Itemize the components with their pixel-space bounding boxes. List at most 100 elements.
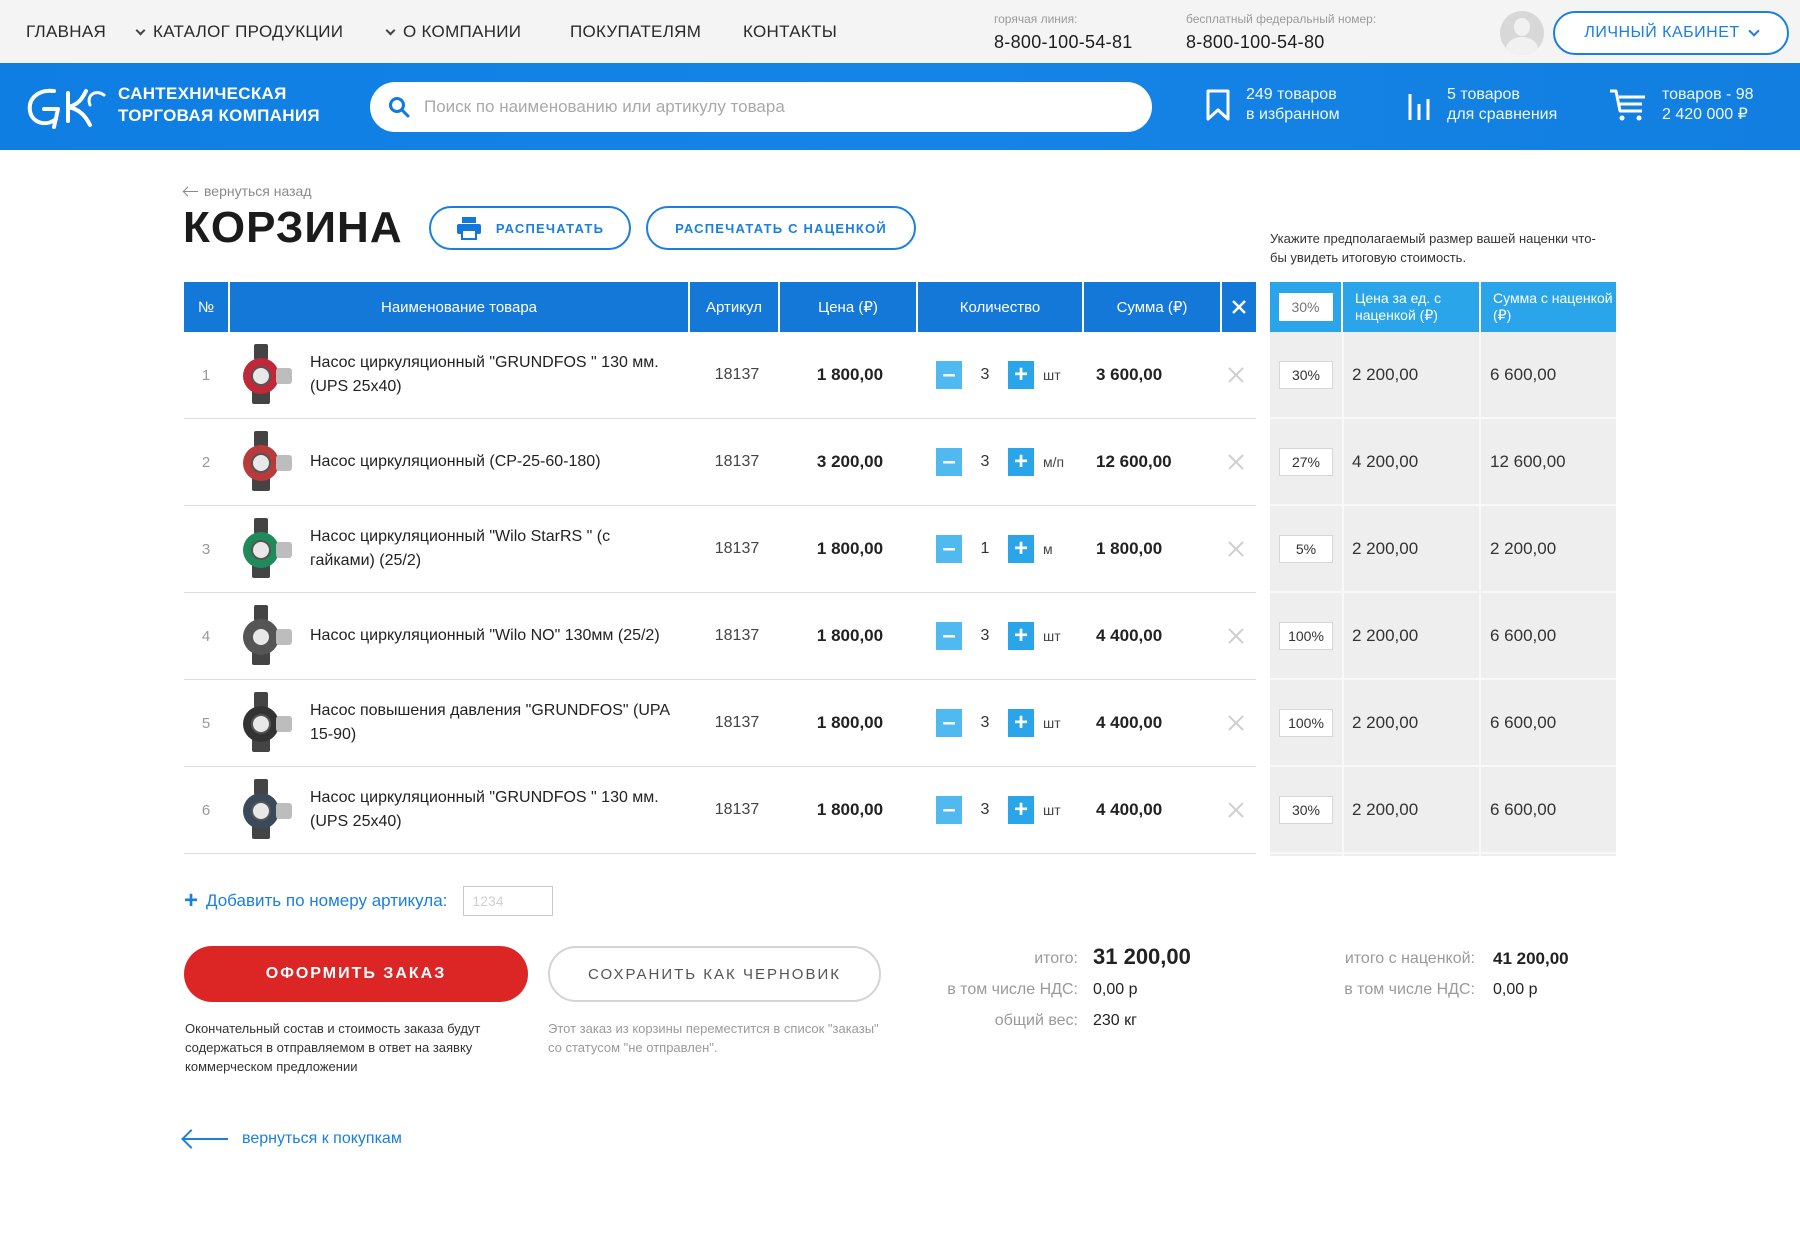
remove-item-button[interactable] — [1216, 332, 1256, 418]
markup-percent-input[interactable]: 100% — [1279, 709, 1333, 737]
decrease-quantity-button[interactable]: – — [936, 622, 962, 650]
col-name: Наименование товара — [230, 282, 690, 332]
markup-row: 100% 2 200,00 6 600,00 — [1270, 680, 1616, 767]
product-name[interactable]: Насос циркуляционный "Wilo NO" 130мм (25… — [310, 593, 674, 679]
remove-item-button[interactable] — [1216, 506, 1256, 592]
global-markup-input[interactable] — [1278, 293, 1333, 321]
search-bar[interactable] — [370, 82, 1152, 132]
quantity-value[interactable]: 3 — [962, 366, 1008, 384]
back-link[interactable]: вернуться назад — [184, 183, 312, 199]
product-price: 1 800,00 — [816, 713, 884, 732]
col-article: Артикул — [690, 282, 780, 332]
markup-row: 5% 2 200,00 2 200,00 — [1270, 506, 1616, 593]
row-number: 4 — [201, 627, 211, 645]
pump-image — [243, 431, 292, 491]
pump-image — [243, 518, 292, 578]
print-button[interactable]: РАСПЕЧАТАТЬ — [429, 206, 631, 250]
arrow-left-icon — [184, 1138, 228, 1140]
increase-quantity-button[interactable]: + — [1008, 796, 1034, 824]
product-article: 18137 — [714, 540, 760, 557]
avatar[interactable] — [1500, 11, 1544, 55]
markup-percent-input[interactable]: 30% — [1279, 796, 1333, 824]
product-image[interactable] — [234, 680, 298, 766]
nav-about[interactable]: О КОМПАНИИ — [385, 22, 521, 42]
decrease-quantity-button[interactable]: – — [936, 448, 962, 476]
product-image[interactable] — [234, 506, 298, 592]
back-to-shopping-link[interactable]: вернуться к покупкам — [184, 1130, 402, 1148]
markup-percent-input[interactable]: 5% — [1279, 535, 1333, 563]
clear-cart-button[interactable] — [1222, 282, 1256, 332]
brand-name[interactable]: САНТЕХНИЧЕСКАЯ ТОРГОВАЯ КОМПАНИЯ — [118, 83, 320, 127]
decrease-quantity-button[interactable]: – — [936, 535, 962, 563]
markup-percent-input[interactable]: 100% — [1279, 622, 1333, 650]
markup-sum: 6 600,00 — [1490, 626, 1557, 645]
quantity-value[interactable]: 3 — [962, 714, 1008, 732]
decrease-quantity-button[interactable]: – — [936, 709, 962, 737]
chevron-down-icon — [1747, 24, 1760, 37]
search-input[interactable] — [424, 97, 1124, 117]
cart-table-header: № Наименование товара Артикул Цена (₽) К… — [184, 282, 1256, 332]
plus-icon[interactable]: + — [184, 889, 198, 913]
quantity-value[interactable]: 3 — [962, 453, 1008, 471]
product-article: 18137 — [714, 801, 760, 818]
hotline-number[interactable]: 8-800-100-54-81 — [994, 32, 1133, 53]
row-number: 1 — [201, 366, 211, 384]
chevron-down-icon — [135, 25, 146, 36]
quantity-value[interactable]: 3 — [962, 801, 1008, 819]
nav-customers[interactable]: ПОКУПАТЕЛЯМ — [570, 22, 701, 42]
markup-percent-input[interactable]: 27% — [1279, 448, 1333, 476]
remove-item-button[interactable] — [1216, 419, 1256, 505]
increase-quantity-button[interactable]: + — [1008, 361, 1034, 389]
remove-item-button[interactable] — [1216, 593, 1256, 679]
place-order-button[interactable]: ОФОРМИТЬ ЗАКАЗ — [184, 946, 528, 1002]
weight-label: общий вес: — [994, 1012, 1078, 1029]
search-icon[interactable] — [388, 96, 410, 118]
personal-cabinet-button[interactable]: ЛИЧНЫЙ КАБИНЕТ — [1553, 11, 1789, 55]
print-with-markup-button[interactable]: РАСПЕЧАТАТЬ С НАЦЕНКОЙ — [646, 206, 916, 250]
cart-widget[interactable]: товаров - 98 2 420 000 ₽ — [1608, 85, 1754, 125]
markup-sum: 12 600,00 — [1490, 452, 1566, 471]
company-logo[interactable] — [24, 83, 108, 133]
article-input[interactable] — [463, 886, 554, 916]
nav-home[interactable]: ГЛАВНАЯ — [26, 22, 106, 42]
hotline-block: горячая линия: 8-800-100-54-81 — [994, 12, 1133, 53]
quantity-stepper: –1 + м — [936, 506, 1096, 592]
compare-widget[interactable]: 5 товаров для сравнения — [1405, 85, 1557, 125]
product-name[interactable]: Насос циркуляционный "GRUNDFOS " 130 мм.… — [310, 767, 674, 853]
product-image[interactable] — [234, 767, 298, 853]
nav-contacts[interactable]: КОНТАКТЫ — [743, 22, 837, 42]
decrease-quantity-button[interactable]: – — [936, 796, 962, 824]
nav-catalog[interactable]: КАТАЛОГ ПРОДУКЦИИ — [135, 22, 343, 42]
add-by-article-label[interactable]: Добавить по номеру артикула: — [206, 891, 447, 911]
save-draft-button[interactable]: СОХРАНИТЬ КАК ЧЕРНОВИК — [548, 946, 881, 1002]
row-sum: 4 400,00 — [1096, 626, 1163, 645]
product-image[interactable] — [234, 419, 298, 505]
product-name[interactable]: Насос циркуляционный "Wilo StarRS " (с г… — [310, 506, 674, 592]
markup-percent-input[interactable]: 30% — [1279, 361, 1333, 389]
quantity-value[interactable]: 1 — [962, 540, 1008, 558]
quantity-value[interactable]: 3 — [962, 627, 1008, 645]
increase-quantity-button[interactable]: + — [1008, 535, 1034, 563]
favorites-widget[interactable]: 249 товаров в избранном — [1204, 85, 1340, 125]
increase-quantity-button[interactable]: + — [1008, 709, 1034, 737]
increase-quantity-button[interactable]: + — [1008, 622, 1034, 650]
draft-note: Этот заказ из корзины переместится в спи… — [548, 1021, 879, 1055]
product-name[interactable]: Насос повышения давления "GRUNDFOS" (UPA… — [310, 680, 674, 766]
remove-item-button[interactable] — [1216, 767, 1256, 853]
product-name[interactable]: Насос циркуляционный "GRUNDFOS " 130 мм.… — [310, 332, 674, 418]
table-row: 1 Насос циркуляционный "GRUNDFOS " 130 мм… — [184, 332, 1256, 419]
increase-quantity-button[interactable]: + — [1008, 448, 1034, 476]
remove-item-button[interactable] — [1216, 680, 1256, 766]
product-price: 1 800,00 — [816, 800, 884, 819]
product-image[interactable] — [234, 332, 298, 418]
federal-number[interactable]: 8-800-100-54-80 — [1186, 32, 1376, 53]
product-article: 18137 — [714, 627, 760, 644]
markup-unit-price: 4 200,00 — [1352, 452, 1419, 471]
decrease-quantity-button[interactable]: – — [936, 361, 962, 389]
product-image[interactable] — [234, 593, 298, 679]
markup-hint: Укажите предполагаемый размер вашей наце… — [1270, 231, 1596, 265]
row-sum: 3 600,00 — [1096, 365, 1163, 384]
product-name[interactable]: Насос циркуляционный (CP-25-60-180) — [310, 419, 674, 505]
close-icon — [1228, 715, 1244, 731]
product-price: 3 200,00 — [816, 452, 884, 471]
